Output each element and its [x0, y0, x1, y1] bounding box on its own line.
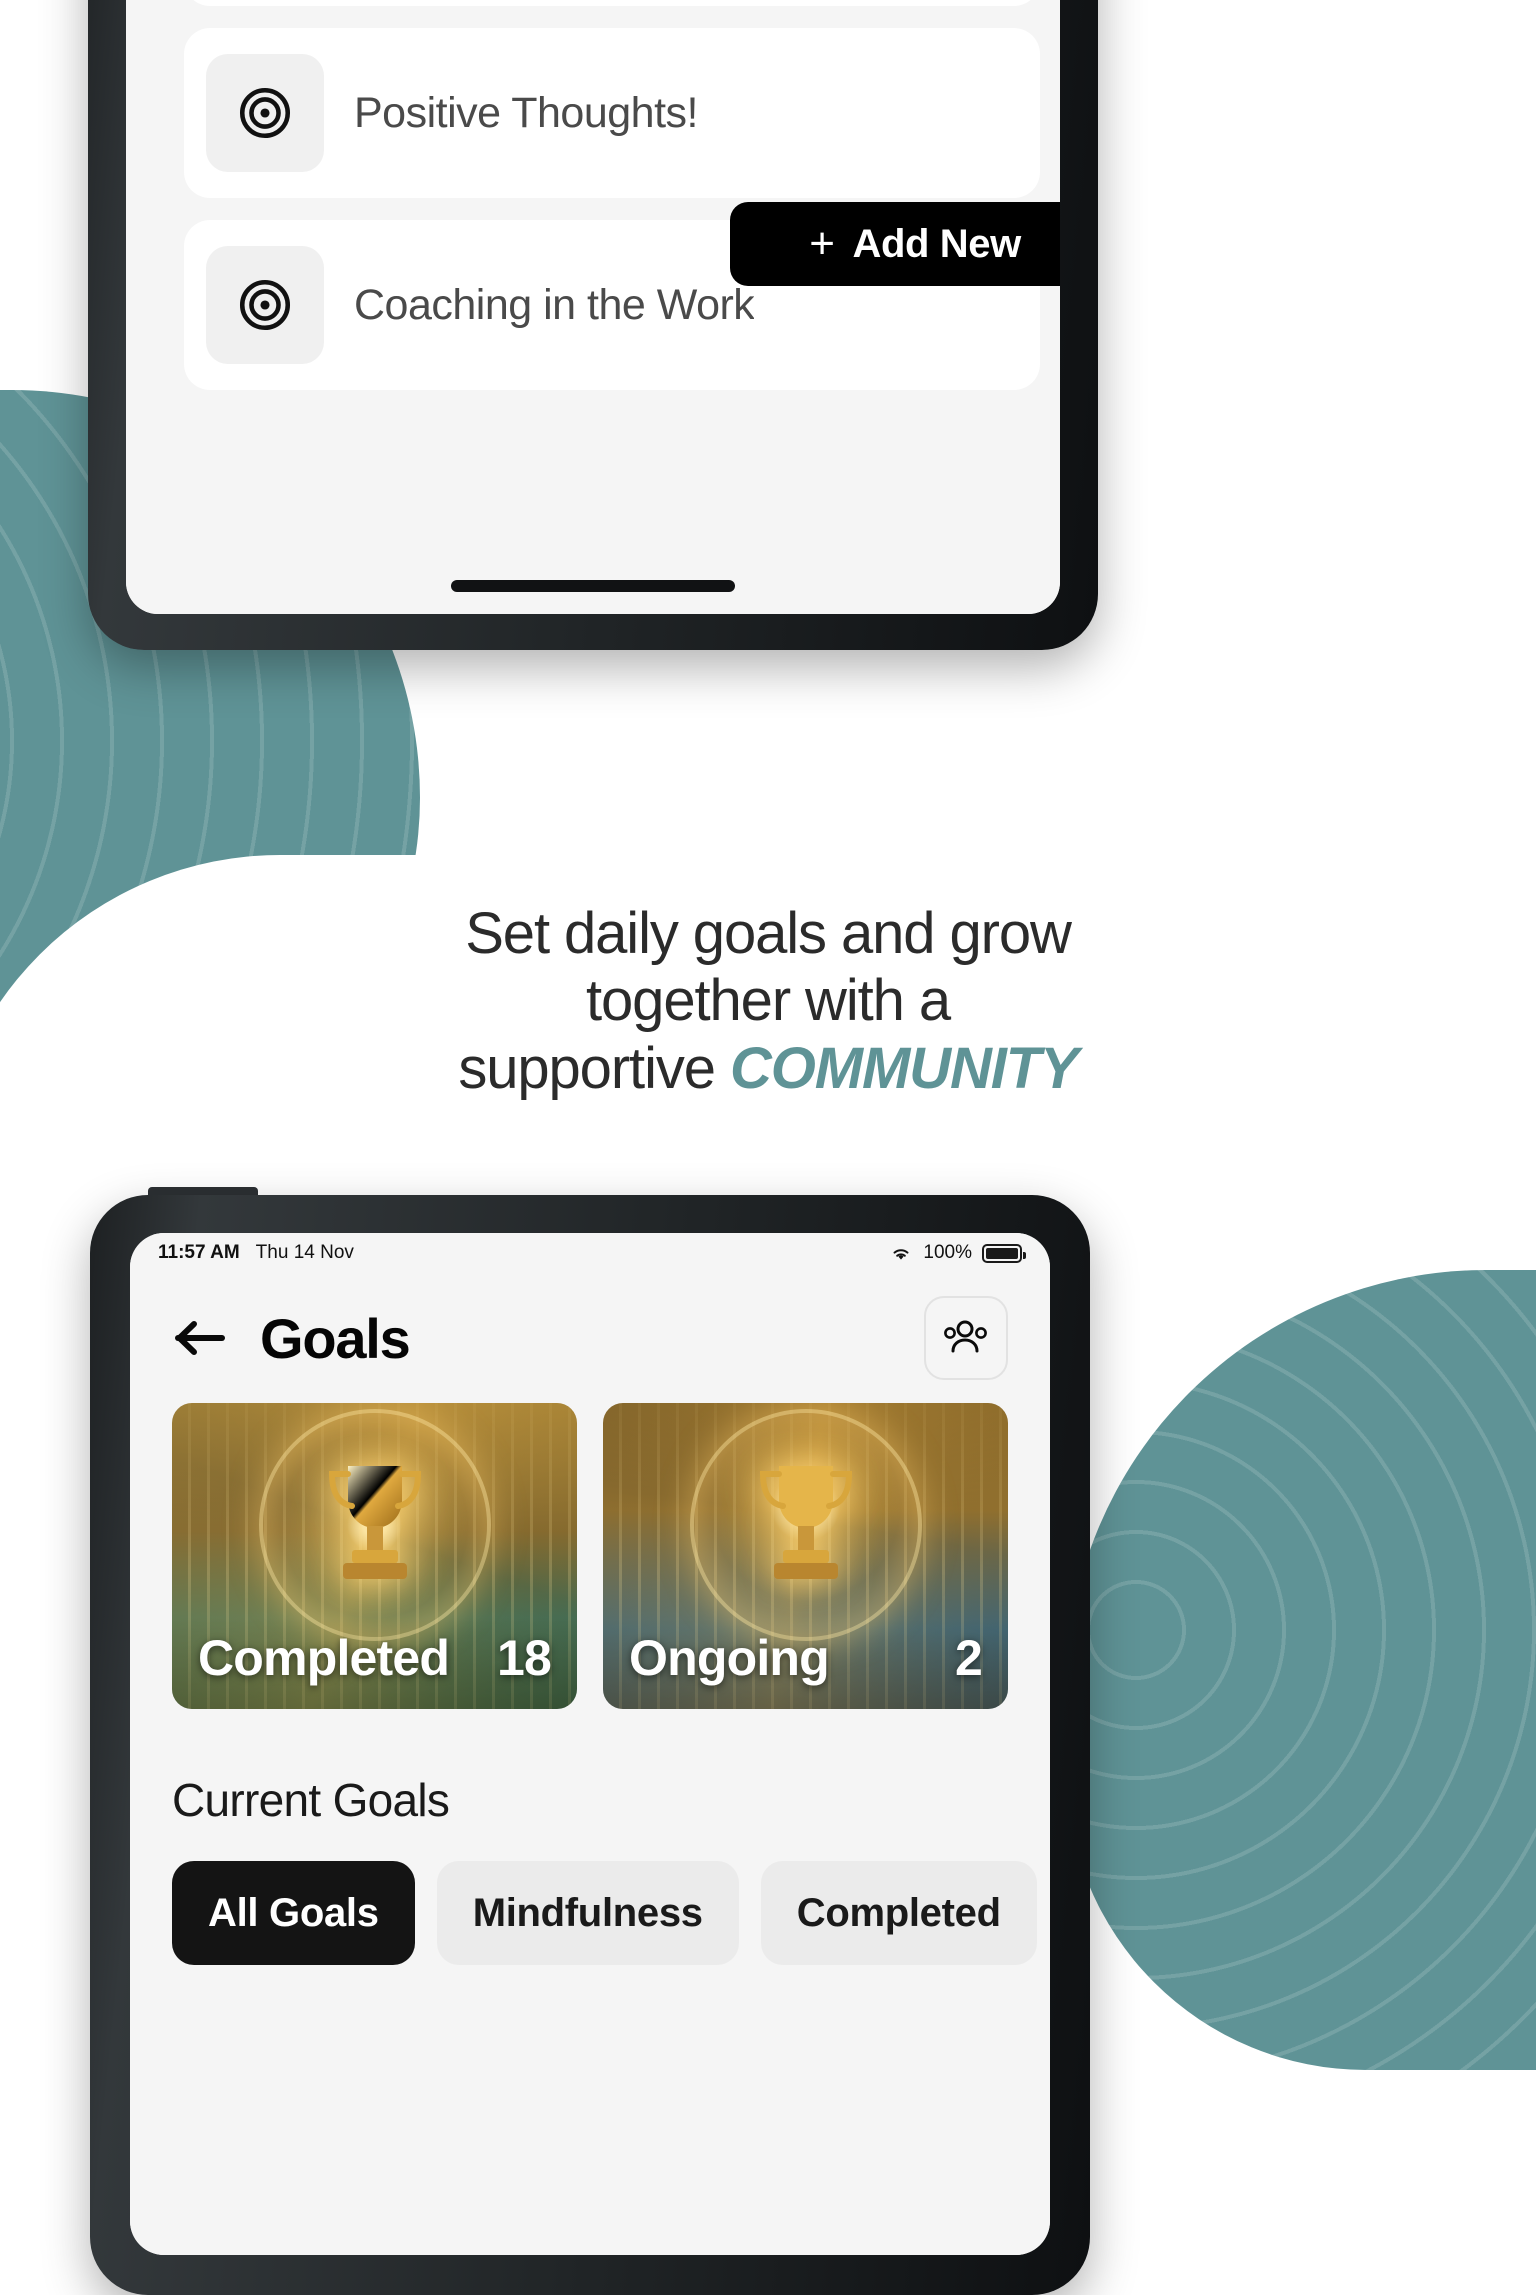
ongoing-card-footer: Ongoing 2	[603, 1617, 1008, 1709]
trophy-container	[741, 1454, 871, 1602]
status-bar-indicators: 100%	[889, 1242, 1026, 1264]
arrow-left-icon[interactable]	[172, 1317, 228, 1359]
goal-icon-container	[206, 54, 324, 172]
status-bar: 11:57 AM Thu 14 Nov 100%	[130, 1233, 1050, 1273]
trophy-icon	[759, 1466, 852, 1580]
tablet-screen-top: All Goals Mindfulness Completed Wake Up …	[126, 0, 1060, 614]
blob-stripes-right	[1066, 1270, 1536, 2070]
goal-card[interactable]: Positive Thoughts!	[184, 28, 1040, 198]
goal-filter-tabs-bottom: All Goals Mindfulness Completed	[172, 1861, 1037, 1965]
plus-icon: +	[809, 219, 835, 268]
goal-card[interactable]: Wake Up Early	[184, 0, 1040, 6]
stats-card-row: Completed 18 Ongoing 2	[172, 1403, 1008, 1709]
page-title: Goals	[260, 1306, 411, 1370]
tab-all-goals[interactable]: All Goals	[172, 1861, 415, 1965]
trophy-container	[310, 1454, 440, 1602]
goals-list-screen: All Goals Mindfulness Completed Wake Up …	[126, 0, 1060, 614]
goals-dashboard-screen: 11:57 AM Thu 14 Nov 100% Goals Completed…	[130, 1233, 1050, 2255]
completed-card-footer: Completed 18	[172, 1617, 577, 1709]
add-new-label: Add New	[852, 221, 1021, 266]
stat-count: 2	[954, 1630, 983, 1686]
add-new-button[interactable]: + Add New	[730, 202, 1060, 286]
home-indicator[interactable]	[451, 580, 735, 592]
background-blob-right	[1066, 1270, 1536, 2070]
battery-percent-label: 100%	[923, 1242, 972, 1263]
battery-icon	[982, 1243, 1026, 1263]
wifi-icon	[893, 1249, 909, 1260]
status-bar-time: 11:57 AM	[158, 1242, 240, 1263]
tablet-device-top: All Goals Mindfulness Completed Wake Up …	[88, 0, 1098, 650]
app-bar: Goals	[130, 1273, 1050, 1403]
stat-label: Ongoing	[629, 1630, 830, 1686]
community-button[interactable]	[924, 1296, 1008, 1380]
trophy-icon	[328, 1466, 421, 1580]
target-icon	[239, 87, 291, 139]
marketing-headline: Set daily goals and grow together with a…	[0, 900, 1536, 1102]
goal-title: Coaching in the Work	[354, 280, 755, 329]
stat-count: 18	[496, 1630, 552, 1686]
people-group-icon	[944, 1320, 987, 1353]
headline-line-3-prefix: supportive	[458, 1035, 730, 1101]
tablet-screen-bottom: 11:57 AM Thu 14 Nov 100% Goals Completed…	[130, 1233, 1050, 2255]
target-icon	[239, 279, 291, 331]
tab-mindfulness[interactable]: Mindfulness	[436, 1861, 739, 1965]
tab-completed[interactable]: Completed	[760, 1861, 1037, 1965]
status-bar-date: Thu 14 Nov	[255, 1242, 354, 1263]
headline-line-2: together with a	[586, 968, 951, 1034]
goal-title: Positive Thoughts!	[354, 88, 698, 137]
headline-accent-community: COMMUNITY	[729, 1035, 1079, 1101]
tablet-device-bottom: 11:57 AM Thu 14 Nov 100% Goals Completed…	[90, 1187, 1090, 2295]
goal-icon-container	[206, 246, 324, 364]
stat-label: Completed	[198, 1630, 450, 1686]
section-title-current-goals: Current Goals	[172, 1774, 450, 1826]
headline-line-1: Set daily goals and grow	[465, 901, 1072, 966]
stat-card-ongoing[interactable]: Ongoing 2	[603, 1403, 1008, 1709]
stat-card-completed[interactable]: Completed 18	[172, 1403, 577, 1709]
headline-line-3: supportive COMMUNITY	[0, 1035, 1536, 1102]
